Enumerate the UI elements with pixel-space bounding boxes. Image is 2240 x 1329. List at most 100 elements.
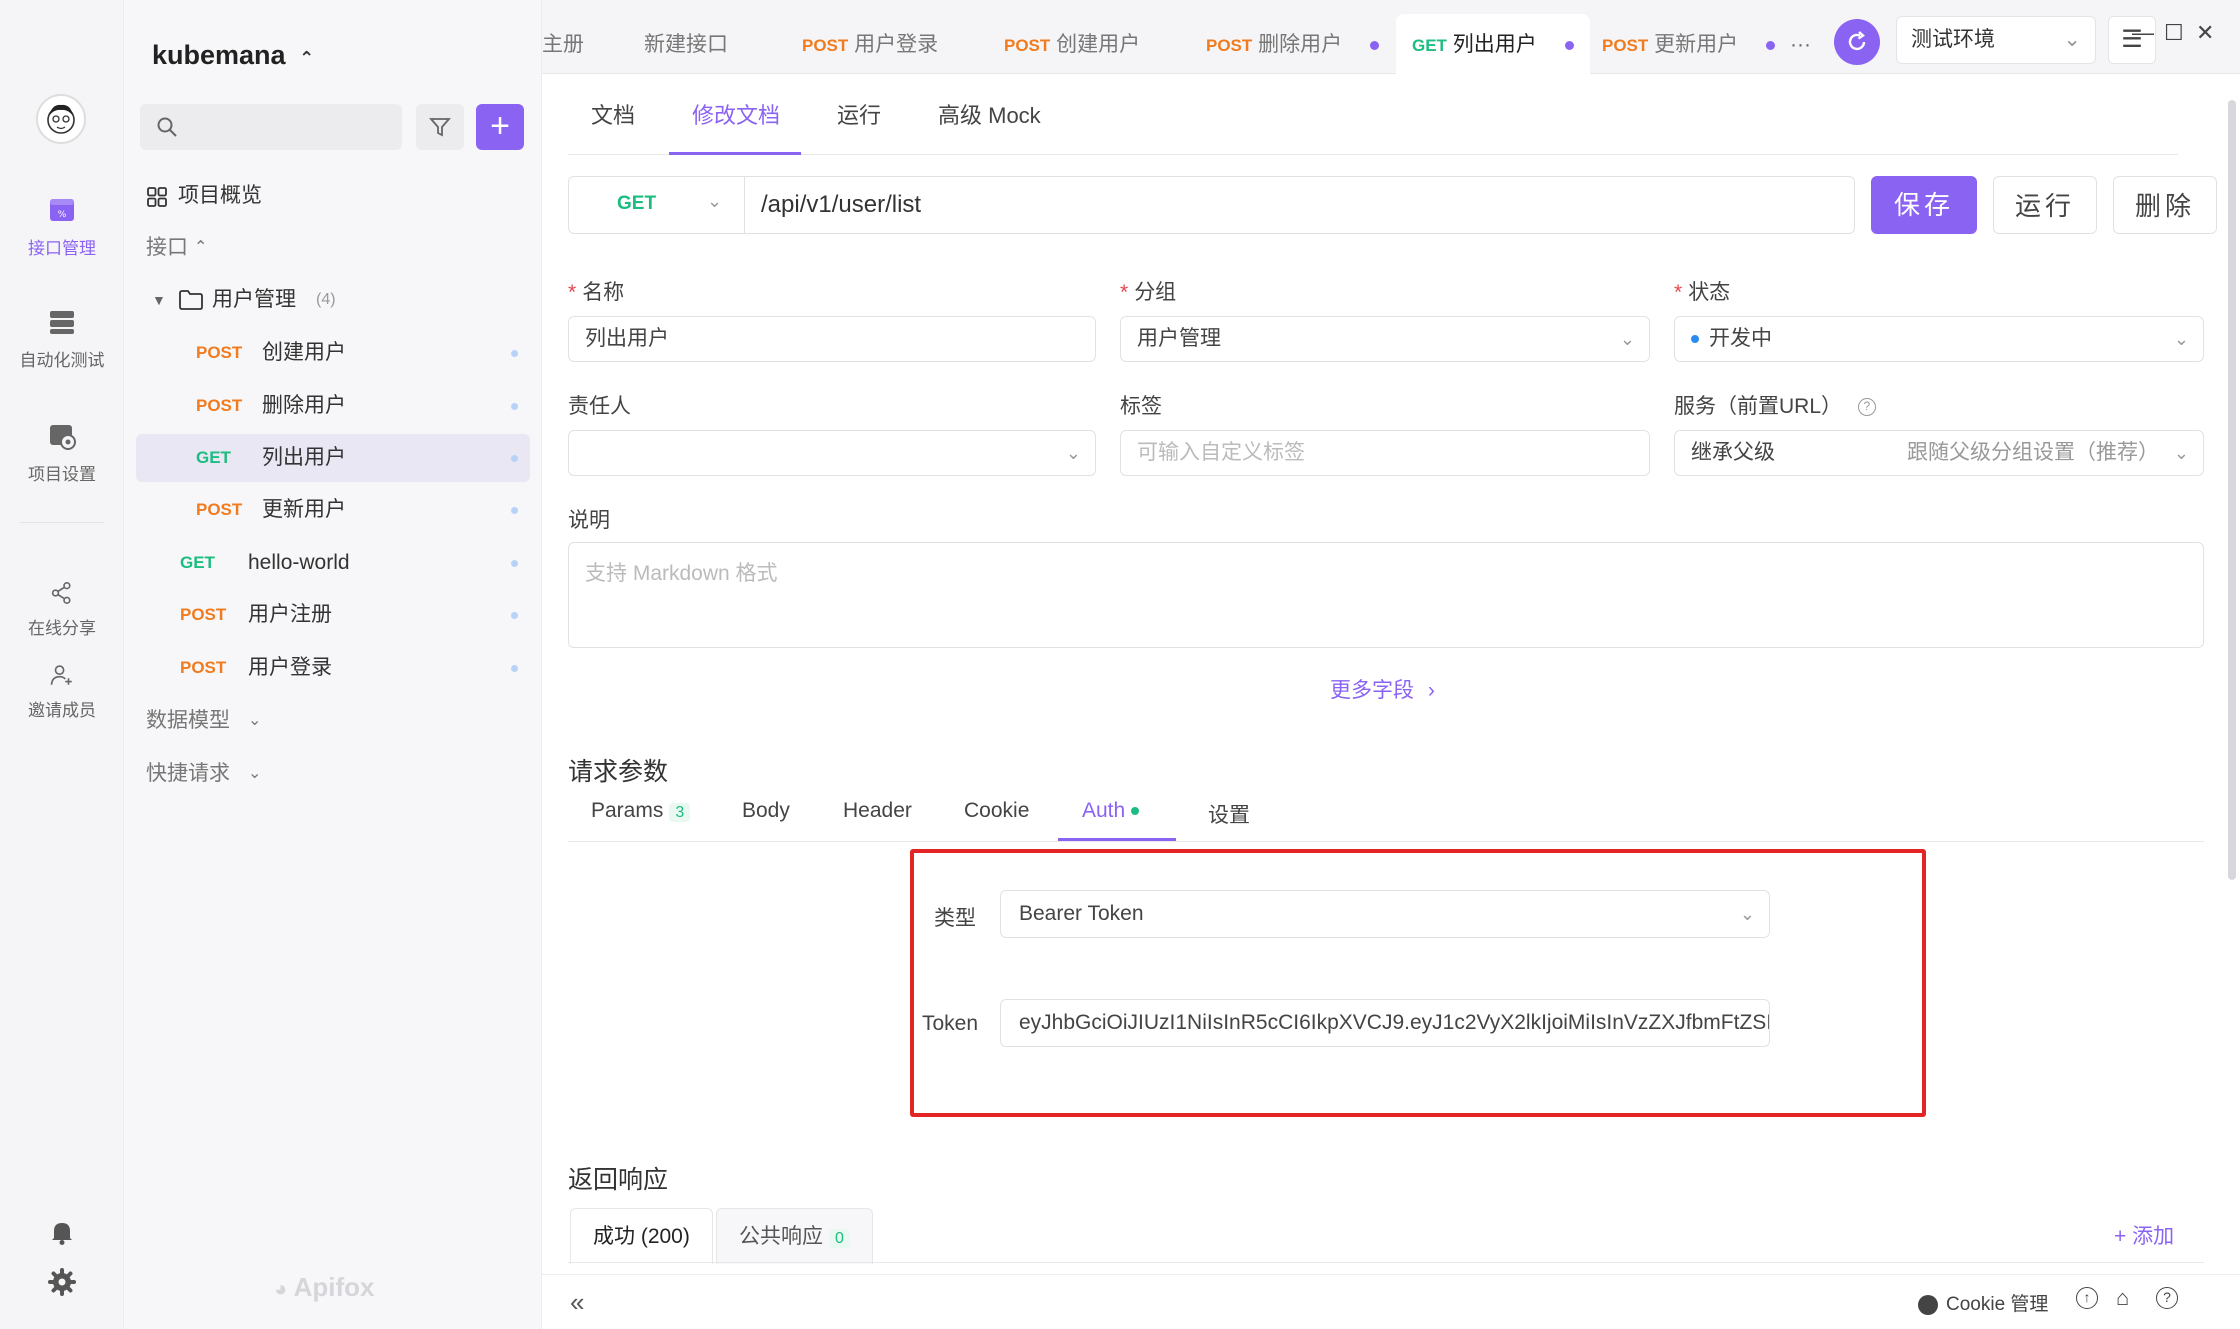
- method-select[interactable]: GET ⌄: [569, 177, 745, 233]
- tab-params[interactable]: Params 3: [591, 799, 691, 823]
- group-value: 用户管理: [1137, 327, 1221, 350]
- scrollbar[interactable]: [2228, 100, 2236, 880]
- ptab-label: Cookie: [964, 799, 1030, 822]
- rail-item-automated-testing[interactable]: 自动化测试: [0, 306, 124, 371]
- tab-body[interactable]: Body: [742, 799, 790, 823]
- tab-auth[interactable]: Auth: [1082, 799, 1140, 823]
- api-name: 列出用户: [262, 446, 346, 469]
- tab-update-user[interactable]: POST 更新用户: [1602, 0, 1775, 74]
- subtab-active-indicator: [669, 152, 801, 155]
- api-name: 更新用户: [262, 498, 346, 521]
- more-fields-link[interactable]: 更多字段 ›: [1330, 674, 1435, 704]
- auth-type-select[interactable]: Bearer Token ⌄: [1000, 890, 1770, 938]
- tab-response-common[interactable]: 公共响应 0: [716, 1208, 873, 1264]
- owner-label: 责任人: [568, 395, 631, 418]
- tab-register[interactable]: 主册: [542, 0, 584, 74]
- tags-input[interactable]: 可输入自定义标签: [1120, 430, 1650, 476]
- tab-more-button[interactable]: ···: [1790, 0, 1811, 74]
- sidebar-item-api[interactable]: GET hello-world: [136, 539, 530, 587]
- sidebar-item-api-selected[interactable]: GET 列出用户: [136, 434, 530, 482]
- tab-cookie[interactable]: Cookie: [964, 799, 1029, 823]
- gear-icon[interactable]: [48, 1268, 76, 1296]
- project-name: kubemana: [152, 40, 286, 70]
- maximize-icon[interactable]: ☐: [2164, 20, 2184, 46]
- search-input[interactable]: [140, 104, 402, 150]
- tab-docs[interactable]: 文档: [591, 98, 635, 130]
- collapse-sidebar-icon[interactable]: «: [570, 1287, 584, 1318]
- run-button[interactable]: 运行: [1993, 176, 2097, 234]
- group-select[interactable]: 用户管理 ⌄: [1120, 316, 1650, 362]
- token-input[interactable]: eyJhbGciOiJIUzI1NiIsInR5cCI6IkpXVCJ9.eyJ…: [1000, 999, 1770, 1047]
- sidebar-item-api[interactable]: POST 删除用户: [136, 382, 530, 430]
- sidebar-section-data-models[interactable]: 数据模型 ⌄: [136, 697, 530, 745]
- status-dot: [511, 507, 518, 514]
- service-select[interactable]: 继承父级 跟随父级分组设置（推荐） ⌄: [1674, 430, 2204, 476]
- api-tree-sidebar: kubemana ⌃ + 项目概览 接口 ⌃ ▼ 用户管理 (4) POST 创…: [124, 0, 542, 1329]
- owner-select[interactable]: ⌄: [568, 430, 1096, 476]
- api-name: 创建用户: [262, 341, 346, 364]
- filter-button[interactable]: [416, 104, 464, 150]
- url-input[interactable]: /api/v1/user/list: [761, 191, 921, 219]
- upload-icon[interactable]: ↑: [2076, 1287, 2098, 1309]
- unsaved-dot: [1369, 40, 1379, 50]
- description-textarea[interactable]: 支持 Markdown 格式: [568, 542, 2204, 648]
- sidebar-section-quick-requests[interactable]: 快捷请求 ⌄: [136, 750, 530, 798]
- chevron-up-icon: ⌃: [194, 239, 208, 256]
- rail-item-online-share[interactable]: 在线分享: [0, 580, 124, 639]
- sidebar-item-api[interactable]: POST 用户注册: [136, 591, 530, 639]
- rail-label: 自动化测试: [19, 351, 105, 370]
- tab-header[interactable]: Header: [843, 799, 912, 823]
- delete-button[interactable]: 删除: [2113, 176, 2217, 234]
- help-icon[interactable]: ?: [1857, 398, 1876, 417]
- api-name: hello-world: [248, 551, 350, 574]
- sidebar-section-interfaces[interactable]: 接口 ⌃: [136, 224, 530, 272]
- share-icon: [51, 582, 71, 604]
- rail-item-invite-members[interactable]: 邀请成员: [0, 662, 124, 721]
- project-switcher[interactable]: kubemana ⌃: [152, 40, 314, 71]
- folder-icon: [179, 290, 203, 310]
- sidebar-item-api[interactable]: POST 用户登录: [136, 644, 530, 692]
- status-select[interactable]: 开发中 ⌄: [1674, 316, 2204, 362]
- tab-settings[interactable]: 设置: [1208, 799, 1250, 829]
- tab-label: 新建接口: [644, 33, 728, 56]
- add-button[interactable]: +: [476, 104, 524, 150]
- method-value: GET: [617, 193, 657, 214]
- rail-item-project-settings[interactable]: 项目设置: [0, 420, 124, 485]
- status-dot: [511, 560, 518, 567]
- tab-response-success[interactable]: 成功 (200): [570, 1208, 713, 1264]
- name-field[interactable]: 列出用户: [568, 316, 1096, 362]
- tab-new-api[interactable]: 新建接口: [644, 0, 728, 74]
- tab-user-login[interactable]: POST 用户登录: [802, 0, 938, 74]
- search-icon: [157, 117, 177, 137]
- status-dot: [511, 665, 518, 672]
- ptab-label: Body: [742, 799, 790, 822]
- tab-list-users[interactable]: GET 列出用户: [1396, 14, 1590, 75]
- tab-advanced-mock[interactable]: 高级 Mock: [938, 98, 1041, 130]
- sidebar-item-api[interactable]: POST 更新用户: [136, 486, 530, 534]
- shirt-icon[interactable]: ⌂: [2116, 1285, 2129, 1311]
- params-count-badge: 3: [669, 803, 691, 822]
- sync-button[interactable]: [1834, 19, 1880, 65]
- bell-icon[interactable]: [48, 1218, 76, 1246]
- help-icon[interactable]: ?: [2156, 1287, 2178, 1309]
- tab-edit-docs[interactable]: 修改文档: [692, 98, 780, 130]
- status-dot: [1691, 335, 1699, 344]
- tab-run[interactable]: 运行: [837, 98, 881, 130]
- sidebar-folder-user-management[interactable]: ▼ 用户管理 (4): [136, 276, 530, 324]
- minimize-icon[interactable]: —: [2132, 20, 2154, 46]
- tab-delete-user[interactable]: POST 删除用户: [1206, 0, 1379, 74]
- rail-item-api-management[interactable]: % 接口管理: [0, 194, 124, 259]
- save-button[interactable]: 保存: [1871, 176, 1977, 234]
- tab-method: POST: [802, 36, 849, 55]
- cookie-manager-button[interactable]: Cookie 管理: [1918, 1289, 2048, 1316]
- close-icon[interactable]: ✕: [2196, 20, 2214, 46]
- sidebar-item-api[interactable]: POST 创建用户: [136, 329, 530, 377]
- add-response-link[interactable]: + 添加: [2114, 1220, 2174, 1250]
- avatar[interactable]: [36, 94, 86, 144]
- tags-placeholder: 可输入自定义标签: [1137, 441, 1305, 464]
- tab-create-user[interactable]: POST 创建用户: [1004, 0, 1140, 74]
- environment-select[interactable]: 测试环境 ⌄: [1896, 16, 2096, 64]
- sidebar-item-overview[interactable]: 项目概览: [136, 172, 530, 220]
- name-value: 列出用户: [585, 327, 669, 350]
- token-value: eyJhbGciOiJIUzI1NiIsInR5cCI6IkpXVCJ9.eyJ…: [1019, 1011, 1770, 1034]
